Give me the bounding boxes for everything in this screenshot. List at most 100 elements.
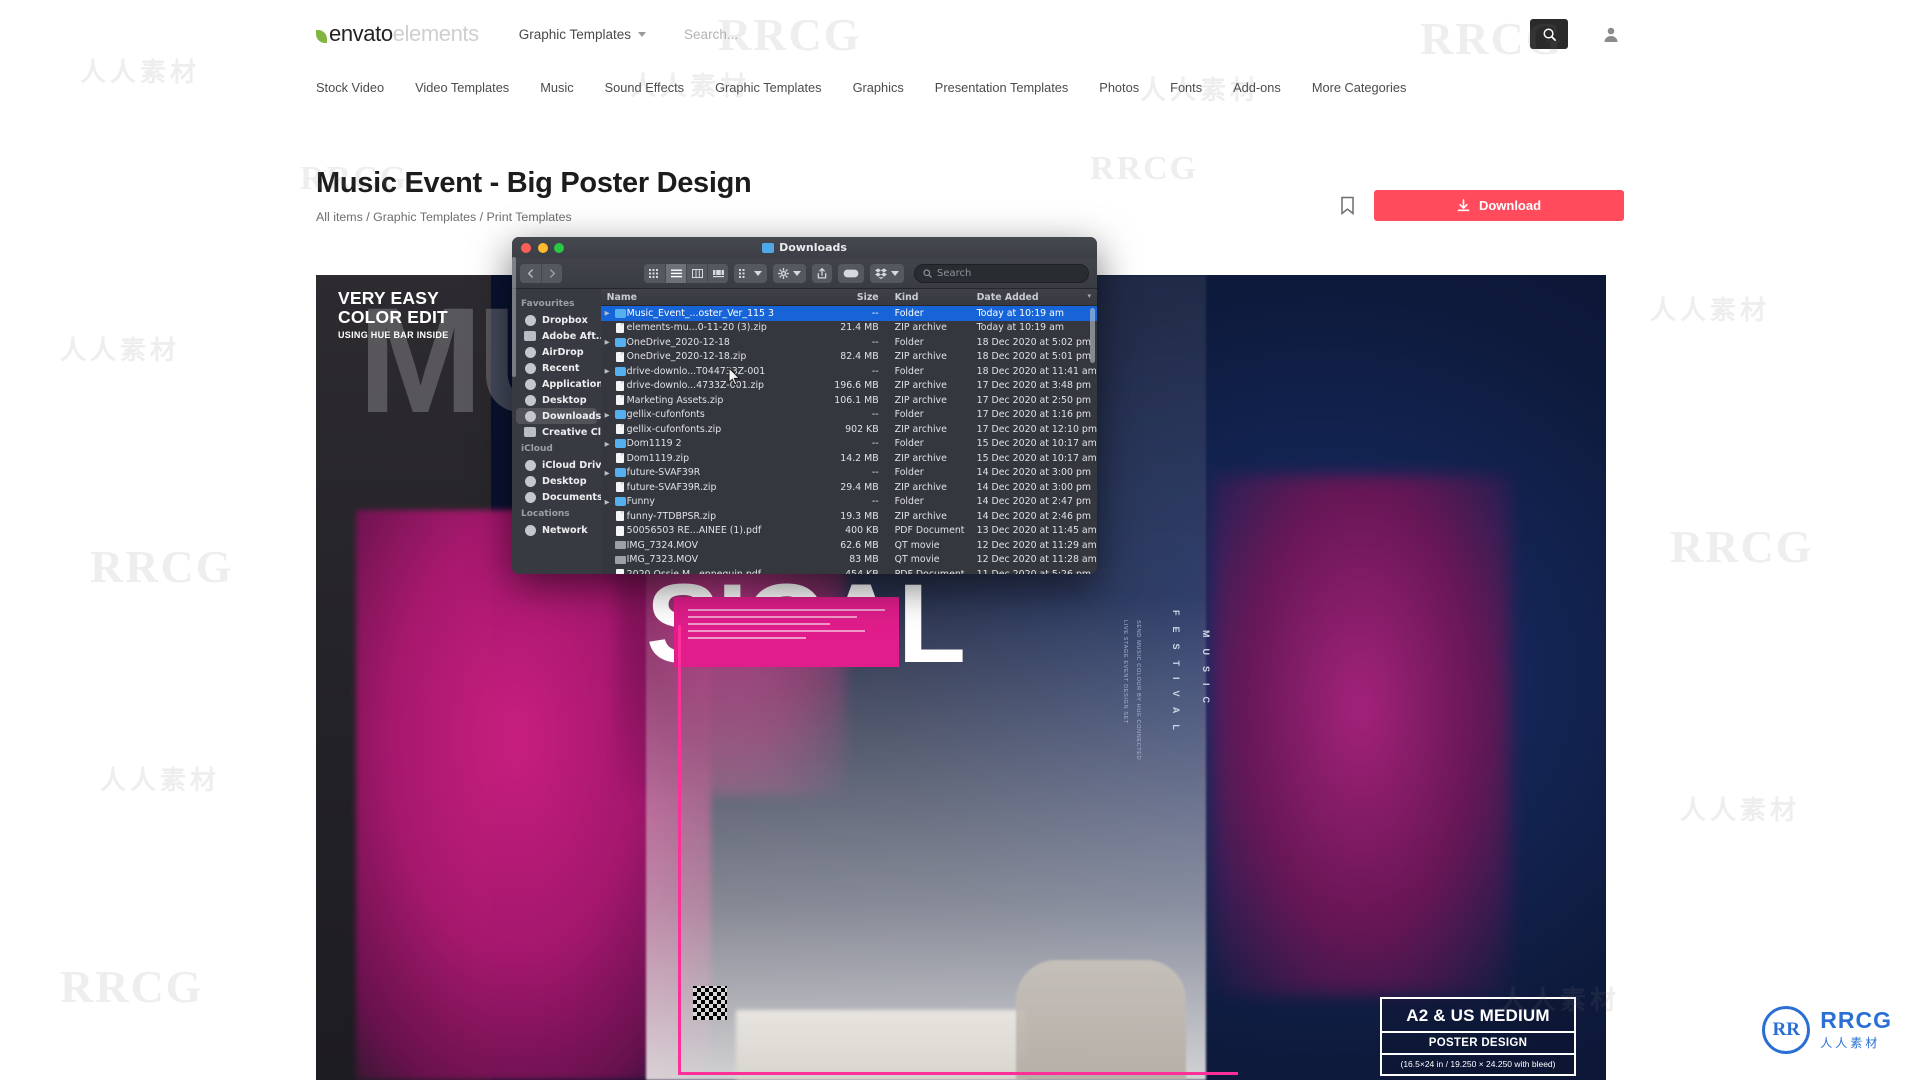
sidebar-item-icloud-drive[interactable]: iCloud Drive [512, 457, 601, 473]
nav-item-sound-effects[interactable]: Sound Effects [605, 80, 684, 95]
nav-item-presentation-templates[interactable]: Presentation Templates [935, 80, 1069, 95]
finder-titlebar[interactable]: Downloads [512, 237, 1097, 258]
table-row[interactable]: drive-downlo...4733Z-001.zip 196.6 MB ZIP … [601, 379, 1097, 394]
nav-item-photos[interactable]: Photos [1099, 80, 1139, 95]
table-row[interactable]: OneDrive_2020-12-18.zip 82.4 MB ZIP archiv… [601, 350, 1097, 365]
forward-button[interactable] [541, 263, 562, 283]
nav-item-graphic-templates[interactable]: Graphic Templates [715, 80, 821, 95]
sidebar-item-creative-cl[interactable]: Creative Cl... [512, 424, 601, 440]
disclosure-triangle-icon[interactable]: ▶ [601, 411, 614, 419]
table-row[interactable]: ▶ Funny -- Folder 14 Dec 2020 at 2:47 pm [601, 495, 1097, 510]
sidebar-item-recent[interactable]: Recent [512, 360, 601, 376]
finder-window[interactable]: Downloads Search Favourites Dropbox Adob… [512, 237, 1097, 574]
sidebar-item-dropbox[interactable]: Dropbox [512, 312, 601, 328]
search-button[interactable] [1530, 19, 1568, 49]
share-button[interactable] [812, 263, 832, 283]
table-row[interactable]: ▶ gellix-cufonfonts -- Folder 17 Dec 2020 at… [601, 408, 1097, 423]
column-header-date-added[interactable]: Date Added ▾ [971, 292, 1097, 303]
table-row[interactable]: Dom1119.zip 14.2 MB ZIP archive 15 Dec 2020… [601, 451, 1097, 466]
disclosure-triangle-icon[interactable]: ▶ [601, 309, 614, 317]
search-input[interactable]: Search... [684, 27, 738, 42]
column-header-name[interactable]: Name [601, 292, 813, 303]
download-button[interactable]: Download [1374, 190, 1624, 221]
finder-search-input[interactable]: Search [914, 263, 1089, 283]
sidebar-item-desktop[interactable]: Desktop [512, 392, 601, 408]
category-dropdown[interactable]: Graphic Templates [519, 27, 647, 42]
table-row[interactable]: future-SVAF39R.zip 29.4 MB ZIP archive 14 D… [601, 480, 1097, 495]
nav-item-more-categories[interactable]: More Categories [1312, 80, 1407, 95]
cell-kind: ZIP archive [894, 481, 947, 493]
table-row[interactable]: ▶ OneDrive_2020-12-18 -- Folder 18 Dec 2020 … [601, 335, 1097, 350]
file-list-pane[interactable]: Name Size Kind Date Added ▾ ▶ Music_Event… [600, 289, 1097, 574]
sidebar-item-airdrop[interactable]: AirDrop [512, 344, 601, 360]
folder-icon [614, 366, 627, 376]
column-view-icon[interactable] [686, 263, 707, 283]
table-row[interactable]: IMG_7324.MOV 62.6 MB QT movie 12 Dec 2020 a… [601, 538, 1097, 553]
table-row[interactable]: 2020 Ossie M...ennequin.pdf454 KBPDF Doc… [601, 567, 1097, 574]
bookmark-icon [1340, 196, 1354, 215]
nav-item-music[interactable]: Music [540, 80, 573, 95]
sidebar-item-applications[interactable]: Applications [512, 376, 601, 392]
disclosure-triangle-icon[interactable]: ▶ [601, 367, 614, 375]
page-title: Music Event - Big Poster Design [316, 167, 752, 199]
sidebar-item-adobe-aft[interactable]: Adobe Aft... [512, 328, 601, 344]
sidebar-item-downloads[interactable]: Downloads [516, 408, 601, 424]
disclosure-triangle-icon[interactable]: ▶ [601, 498, 614, 506]
table-row[interactable]: IMG_7323.MOV 83 MB QT movie 12 Dec 2020 at … [601, 553, 1097, 568]
nav-item-add-ons[interactable]: Add-ons [1233, 80, 1281, 95]
back-button[interactable] [520, 263, 541, 283]
table-row[interactable]: 50056503 RE...AINEE (1).pdf 400 KB PDF Doc… [601, 524, 1097, 539]
list-view-icon[interactable] [665, 263, 686, 283]
sidebar-item-desktop[interactable]: Desktop [512, 473, 601, 489]
gallery-view-icon[interactable] [707, 263, 728, 283]
nav-item-fonts[interactable]: Fonts [1170, 80, 1202, 95]
table-row[interactable]: gellix-cufonfonts.zip 902 KB ZIP archive 17… [601, 422, 1097, 437]
watermark-cjk: 人人素材 [100, 766, 221, 796]
poster-pink-frame [678, 625, 1238, 1075]
disclosure-triangle-icon[interactable]: ▶ [601, 469, 614, 477]
group-by-button[interactable] [734, 263, 767, 283]
disclosure-triangle-icon[interactable]: ▶ [601, 338, 614, 346]
finder-sidebar[interactable]: Favourites Dropbox Adobe Aft... AirDrop Rece… [512, 257, 601, 574]
account-button[interactable] [1598, 21, 1624, 47]
bookmark-button[interactable] [1338, 194, 1356, 218]
search-icon [1543, 28, 1556, 41]
action-menu-button[interactable] [773, 263, 806, 283]
nav-item-graphics[interactable]: Graphics [853, 80, 904, 95]
file-list-rows[interactable]: ▶ Music_Event_...oster_Ver_115 3 -- Folder T… [600, 306, 1097, 574]
cell-date-added: 11 Dec 2020 at 5:26 pm [971, 569, 1097, 574]
column-header-kind[interactable]: Kind [889, 292, 971, 303]
envato-logo[interactable]: envato elements [316, 21, 479, 47]
movie-icon [614, 555, 627, 564]
table-row[interactable]: funny-7TDBPSR.zip 19.3 MB ZIP archive 14 De… [601, 509, 1097, 524]
cell-size: -- [871, 409, 879, 421]
icon-view-icon[interactable] [644, 263, 665, 283]
table-row[interactable]: ▶ Music_Event_...oster_Ver_115 3 -- Folder T… [600, 306, 1097, 321]
table-row[interactable]: Marketing Assets.zip 106.1 MB ZIP archive 1… [601, 393, 1097, 408]
poster-vertical-text-2: MUSIC [1201, 630, 1211, 714]
dropbox-icon [875, 267, 887, 279]
cell-date-added: 17 Dec 2020 at 1:16 pm [976, 409, 1092, 421]
column-header-size[interactable]: Size [813, 292, 889, 303]
file-list-scrollbar[interactable] [1090, 308, 1095, 363]
folder-icon [524, 331, 536, 342]
table-row[interactable]: ▶ future-SVAF39R -- Folder 14 Dec 2020 at 3:… [601, 466, 1097, 481]
sidebar-item-network[interactable]: Network [512, 522, 601, 538]
cell-size: 14.2 MB [840, 452, 879, 464]
rrcg-badge: RR RRCG 人人素材 [1762, 1006, 1892, 1054]
rrcg-logo-icon: RR [1762, 1006, 1811, 1054]
movie-icon [614, 541, 627, 550]
sidebar-scrollbar[interactable] [512, 257, 516, 377]
nav-item-video-templates[interactable]: Video Templates [415, 80, 509, 95]
tag-button[interactable] [838, 263, 864, 283]
table-row[interactable]: ▶ Dom1119 2 -- Folder 15 Dec 2020 at 10:17 a… [601, 437, 1097, 452]
table-row[interactable]: ▶ drive-downlo...T044733Z-001 -- Folder 18 D… [601, 364, 1097, 379]
table-row[interactable]: elements-mu...0-11-20 (3).zip 21.4 MB ZIP … [601, 321, 1097, 336]
poster-badge-very-easy: VERY EASY COLOR EDIT USING HUE BAR INSID… [338, 289, 449, 341]
disclosure-triangle-icon[interactable]: ▶ [601, 440, 614, 448]
nav-item-stock-video[interactable]: Stock Video [316, 80, 384, 95]
breadcrumb[interactable]: All items / Graphic Templates / Print Te… [316, 210, 1920, 224]
sidebar-section-header: Locations [521, 509, 570, 519]
dropbox-button[interactable] [870, 263, 904, 283]
sidebar-item-documents[interactable]: Documents [512, 489, 601, 505]
